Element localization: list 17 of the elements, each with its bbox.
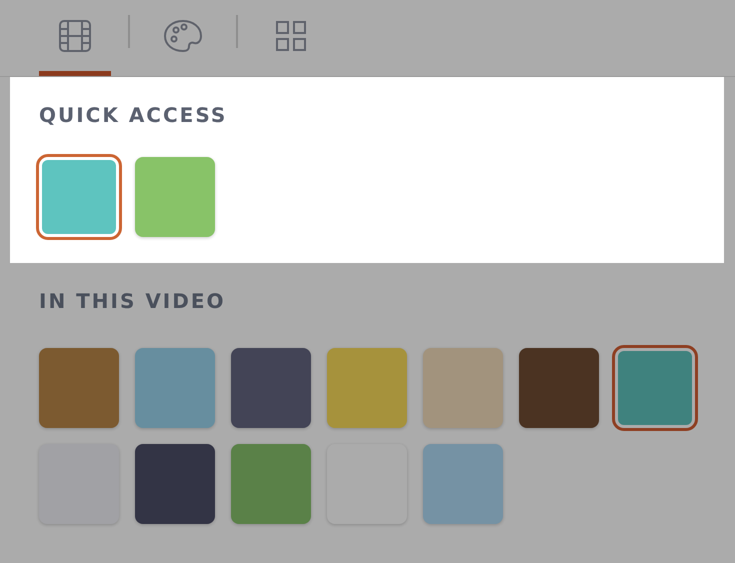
color-swatch[interactable] <box>423 348 503 428</box>
color-swatch[interactable] <box>423 444 503 524</box>
color-swatch[interactable] <box>612 345 698 431</box>
color-swatch[interactable] <box>327 348 407 428</box>
color-swatch[interactable] <box>39 348 119 428</box>
color-swatch[interactable] <box>519 348 599 428</box>
color-swatch[interactable] <box>135 444 215 524</box>
film-icon <box>58 18 92 52</box>
grid-icon <box>275 20 307 52</box>
color-swatch[interactable] <box>231 348 311 428</box>
color-swatch[interactable] <box>231 444 311 524</box>
palette-icon <box>164 18 202 52</box>
color-swatch[interactable] <box>135 157 215 237</box>
color-swatch[interactable] <box>36 154 122 240</box>
section-heading: IN THIS VIDEO <box>39 289 227 313</box>
section-heading: QUICK ACCESS <box>39 103 228 127</box>
color-swatch[interactable] <box>135 348 215 428</box>
